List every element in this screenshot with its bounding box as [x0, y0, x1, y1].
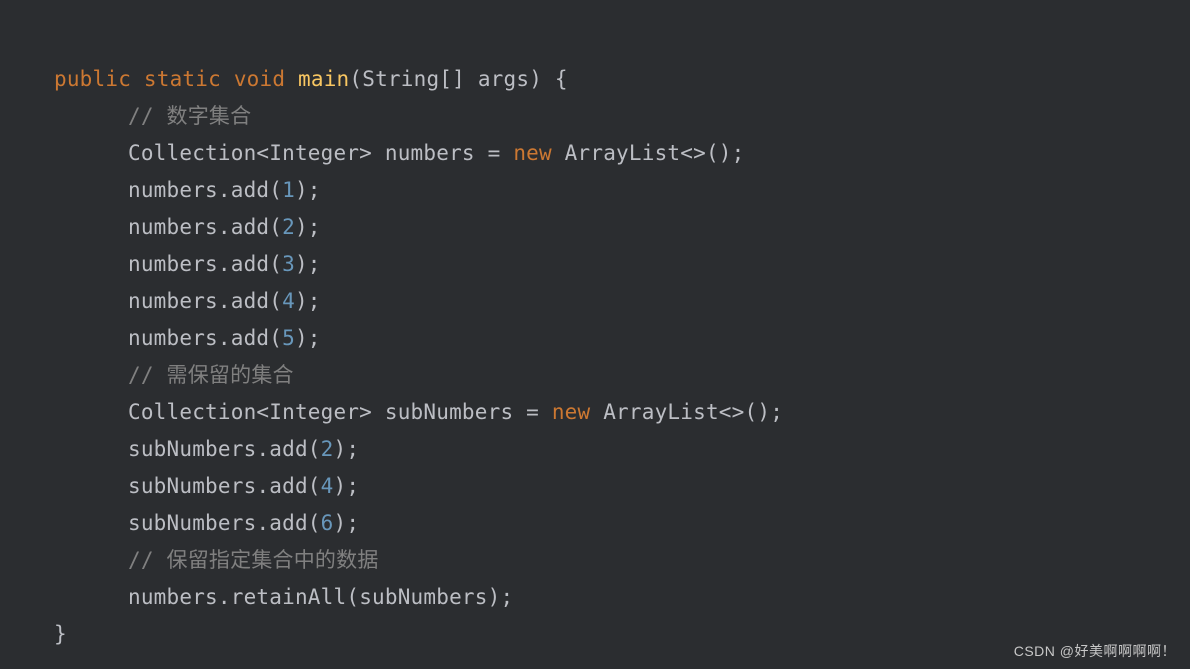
watermark-text: CSDN @好美啊啊啊啊！ [1014, 641, 1176, 661]
brace-close: } [54, 622, 67, 646]
kw-void: void [234, 67, 285, 91]
comment-2: // 需保留的集合 [128, 363, 294, 387]
fn-main: main [298, 67, 349, 91]
code-block: public static void main(String[] args) {… [0, 0, 1190, 653]
kw-public: public [54, 67, 131, 91]
comment-3: // 保留指定集合中的数据 [128, 548, 379, 572]
kw-static: static [144, 67, 221, 91]
comment-1: // 数字集合 [128, 104, 251, 128]
